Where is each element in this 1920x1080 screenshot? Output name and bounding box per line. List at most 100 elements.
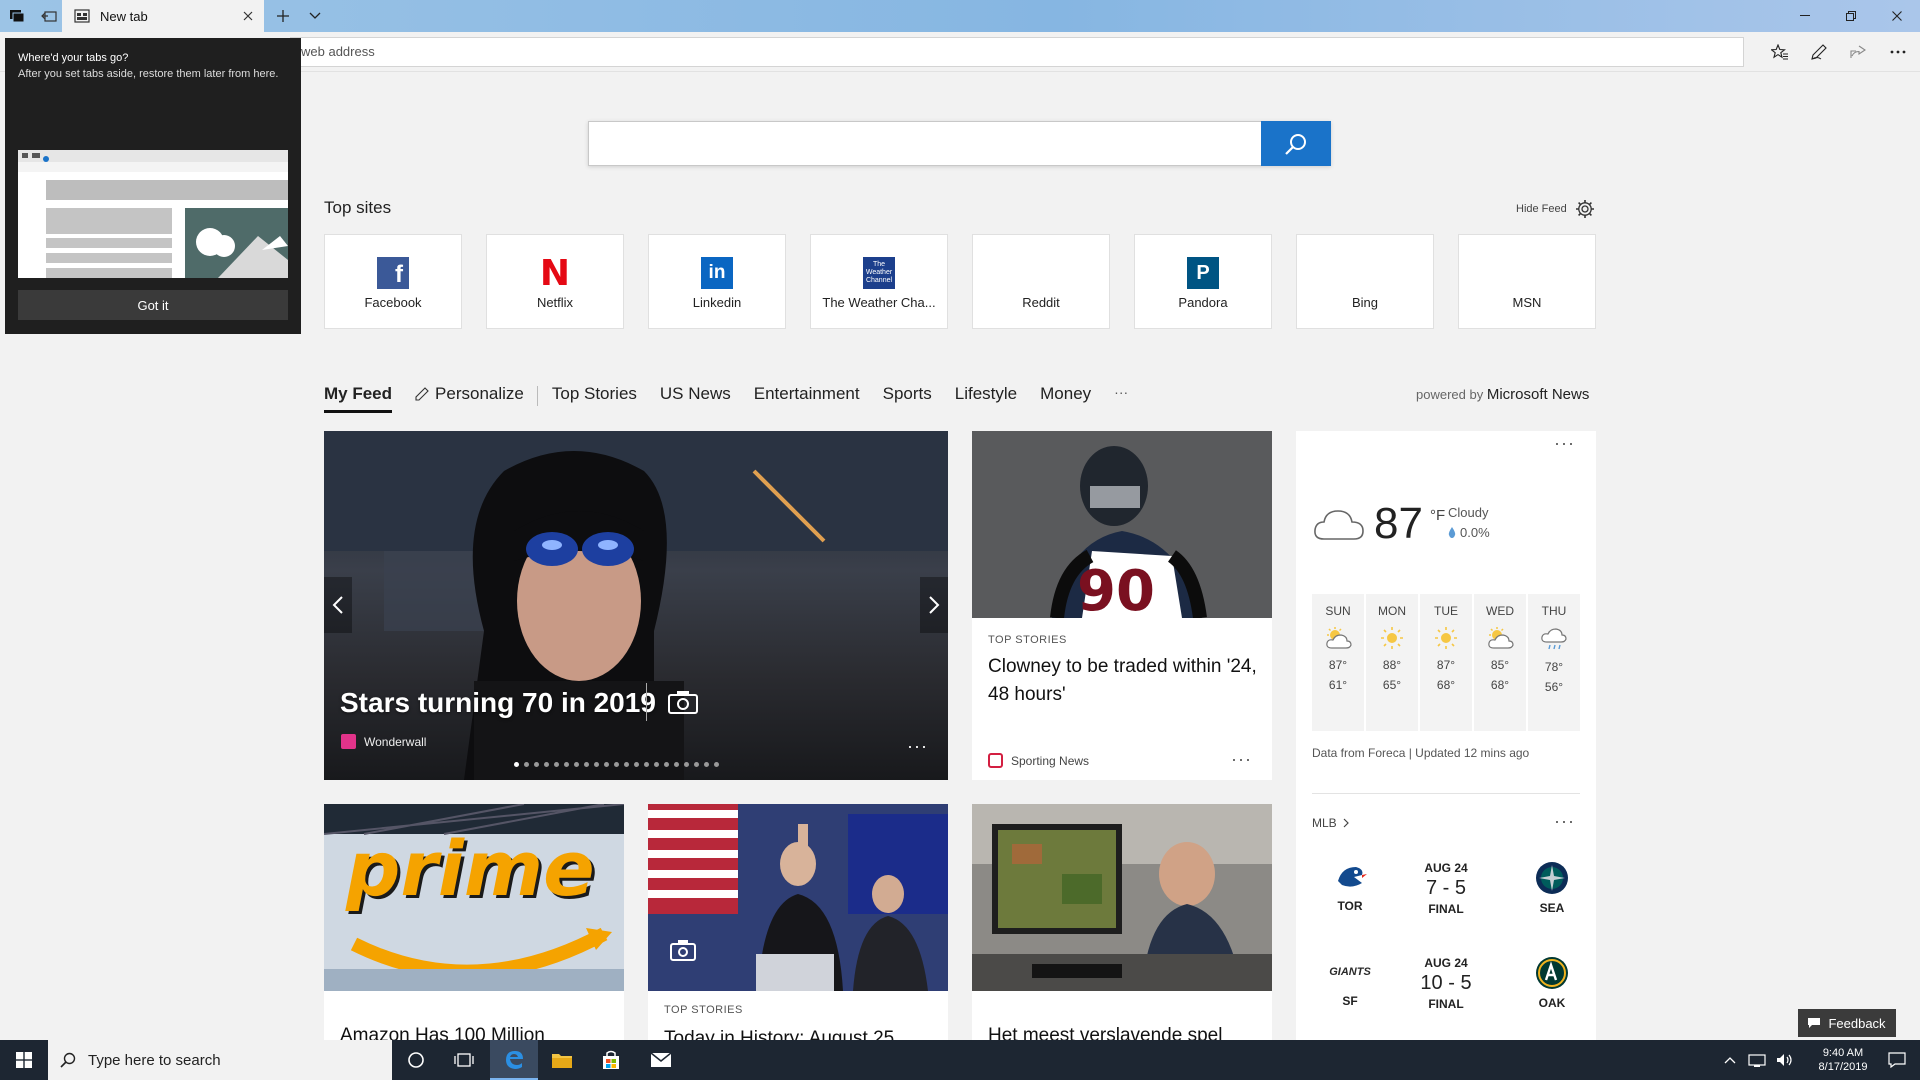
forecast-day[interactable]: WED 85° 68° bbox=[1474, 594, 1526, 731]
story-card[interactable]: prime Amazon Has 100 Million bbox=[324, 804, 624, 1040]
mlb-game[interactable]: TOR AUG 24 7 - 5 FINAL SEA bbox=[1308, 861, 1584, 931]
story-title[interactable]: Amazon Has 100 Million bbox=[340, 1022, 610, 1040]
tab-preview-chevron-icon[interactable] bbox=[298, 0, 332, 32]
cortana-button[interactable] bbox=[392, 1040, 440, 1080]
top-site-tile[interactable]: N Netflix bbox=[486, 234, 624, 329]
top-site-tile[interactable]: The Weather Channel The Weather Cha... bbox=[810, 234, 948, 329]
network-icon[interactable] bbox=[1748, 1053, 1766, 1067]
restore-button[interactable] bbox=[1828, 0, 1874, 32]
feedback-button[interactable]: Feedback bbox=[1798, 1009, 1896, 1037]
close-tab-icon[interactable] bbox=[240, 8, 256, 24]
forecast-day[interactable]: TUE 87° 68° bbox=[1420, 594, 1472, 731]
carousel-dot[interactable] bbox=[594, 762, 599, 767]
tabs-aside-icon[interactable] bbox=[0, 0, 34, 32]
hero-headline[interactable]: Stars turning 70 in 2019 bbox=[340, 687, 656, 719]
favorites-icon[interactable] bbox=[1764, 38, 1796, 66]
set-tabs-aside-icon[interactable] bbox=[32, 0, 66, 32]
show-hidden-icons-chevron-icon[interactable] bbox=[1724, 1056, 1736, 1064]
address-bar[interactable]: web address bbox=[290, 37, 1744, 67]
carousel-dot[interactable] bbox=[534, 762, 539, 767]
close-window-button[interactable] bbox=[1874, 0, 1920, 32]
carousel-dot[interactable] bbox=[574, 762, 579, 767]
powered-brand[interactable]: Microsoft News bbox=[1487, 386, 1590, 403]
tab-my-feed[interactable]: My Feed bbox=[324, 384, 393, 413]
mlb-more-icon[interactable]: ··· bbox=[1554, 811, 1575, 832]
carousel-dot[interactable] bbox=[514, 762, 519, 767]
taskbar-search[interactable]: Type here to search bbox=[48, 1040, 392, 1080]
story-title[interactable]: Clowney to be traded within '24, 48 hour… bbox=[988, 653, 1258, 709]
top-site-tile[interactable]: Bing bbox=[1296, 234, 1434, 329]
minimize-button[interactable] bbox=[1782, 0, 1828, 32]
hide-feed-label[interactable]: Hide Feed bbox=[1516, 203, 1567, 215]
carousel-dot[interactable] bbox=[524, 762, 529, 767]
tab-personalize[interactable]: Personalize bbox=[415, 384, 524, 410]
action-center-icon[interactable] bbox=[1888, 1052, 1906, 1068]
hero-more-icon[interactable]: ··· bbox=[907, 736, 928, 757]
top-site-label: Bing bbox=[1351, 295, 1379, 310]
search-button[interactable] bbox=[1261, 121, 1331, 166]
search-box[interactable] bbox=[588, 121, 1331, 166]
tab-sports[interactable]: Sports bbox=[883, 384, 932, 410]
tab-new-tab[interactable]: New tab bbox=[62, 0, 264, 32]
top-site-tile[interactable]: MSN bbox=[1458, 234, 1596, 329]
hero-story-card[interactable]: Stars turning 70 in 2019 Wonderwall ··· bbox=[324, 431, 948, 780]
forecast-day[interactable]: SUN 87° 61° bbox=[1312, 594, 1364, 731]
forecast-day[interactable]: THU 78° 56° bbox=[1528, 594, 1580, 731]
carousel-dot[interactable] bbox=[624, 762, 629, 767]
story-more-icon[interactable]: ··· bbox=[1231, 749, 1252, 770]
new-tab-button[interactable] bbox=[266, 0, 300, 32]
story-card[interactable]: Het meest verslavende spel bbox=[972, 804, 1272, 1040]
top-site-tile[interactable]: P Pandora bbox=[1134, 234, 1272, 329]
carousel-dot[interactable] bbox=[674, 762, 679, 767]
tab-top-stories[interactable]: Top Stories bbox=[552, 384, 637, 410]
web-note-pen-icon[interactable] bbox=[1803, 38, 1835, 66]
got-it-button[interactable]: Got it bbox=[18, 290, 288, 320]
edge-taskbar-button[interactable] bbox=[490, 1040, 538, 1080]
top-site-tile[interactable]: f Facebook bbox=[324, 234, 462, 329]
story-title[interactable]: Today in History: August 25 bbox=[664, 1025, 934, 1040]
carousel-dot[interactable] bbox=[654, 762, 659, 767]
carousel-dot[interactable] bbox=[584, 762, 589, 767]
carousel-dot[interactable] bbox=[564, 762, 569, 767]
start-button[interactable] bbox=[0, 1040, 48, 1080]
forecast-day[interactable]: MON 88° 65° bbox=[1366, 594, 1418, 731]
hide-feed-control[interactable]: Hide Feed bbox=[1516, 199, 1595, 219]
carousel-dot[interactable] bbox=[694, 762, 699, 767]
carousel-dot[interactable] bbox=[644, 762, 649, 767]
temperature-unit[interactable]: °F bbox=[1430, 507, 1445, 524]
tab-entertainment[interactable]: Entertainment bbox=[754, 384, 860, 410]
next-slide-arrow[interactable] bbox=[920, 577, 948, 633]
volume-icon[interactable] bbox=[1776, 1053, 1794, 1067]
carousel-dot[interactable] bbox=[714, 762, 719, 767]
tab-more-categories[interactable]: ··· bbox=[1114, 384, 1128, 406]
story-image: 90 bbox=[972, 431, 1272, 624]
tab-us-news[interactable]: US News bbox=[660, 384, 731, 410]
mail-button[interactable] bbox=[637, 1040, 685, 1080]
carousel-dot[interactable] bbox=[634, 762, 639, 767]
store-button[interactable] bbox=[587, 1040, 635, 1080]
tab-lifestyle[interactable]: Lifestyle bbox=[955, 384, 1017, 410]
tab-money[interactable]: Money bbox=[1040, 384, 1091, 410]
carousel-dot[interactable] bbox=[704, 762, 709, 767]
carousel-dot[interactable] bbox=[614, 762, 619, 767]
more-options-icon[interactable] bbox=[1882, 38, 1914, 66]
settings-gear-icon[interactable] bbox=[1575, 199, 1595, 219]
clock[interactable]: 9:40 AM 8/17/2019 bbox=[1804, 1046, 1882, 1074]
task-view-button[interactable] bbox=[440, 1040, 488, 1080]
carousel-dot[interactable] bbox=[544, 762, 549, 767]
carousel-dot[interactable] bbox=[554, 762, 559, 767]
top-site-tile[interactable]: Reddit bbox=[972, 234, 1110, 329]
story-card[interactable]: 90 TOP STORIES Clowney to be traded with… bbox=[972, 431, 1272, 780]
story-title[interactable]: Het meest verslavende spel bbox=[988, 1022, 1258, 1040]
previous-slide-arrow[interactable] bbox=[324, 577, 352, 633]
top-site-tile[interactable]: in Linkedin bbox=[648, 234, 786, 329]
carousel-dot[interactable] bbox=[664, 762, 669, 767]
carousel-dot[interactable] bbox=[684, 762, 689, 767]
story-card[interactable]: TOP STORIES Today in History: August 25 bbox=[648, 804, 948, 1040]
weather-more-icon[interactable]: ··· bbox=[1554, 433, 1575, 454]
mlb-header[interactable]: MLB bbox=[1312, 816, 1349, 830]
mlb-game[interactable]: GIANTS SF AUG 24 10 - 5 FINAL OAK bbox=[1308, 956, 1584, 1026]
carousel-dot[interactable] bbox=[604, 762, 609, 767]
file-explorer-button[interactable] bbox=[538, 1040, 586, 1080]
share-icon[interactable] bbox=[1842, 38, 1874, 66]
